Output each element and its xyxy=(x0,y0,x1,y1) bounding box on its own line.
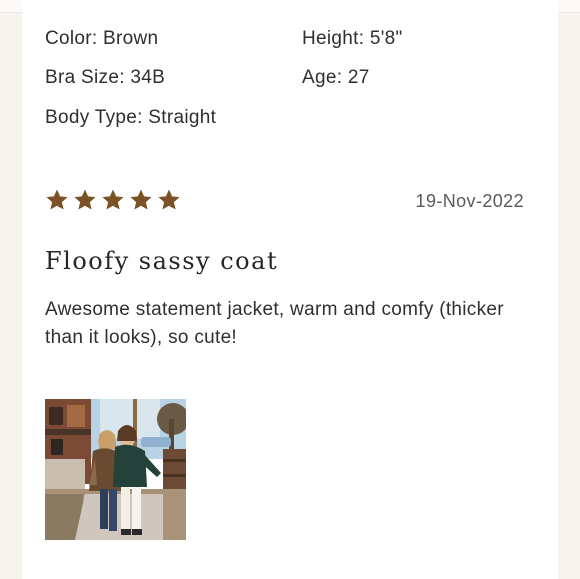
review-photo[interactable] xyxy=(45,399,186,540)
review-text: Awesome statement jacket, warm and comfy… xyxy=(45,299,504,348)
reviewer-color: Color: Brown xyxy=(45,28,159,49)
review-date: 19-Nov-2022 xyxy=(415,191,524,211)
star-icon xyxy=(46,189,68,210)
reviewer-height: Height: 5'8" xyxy=(302,28,403,49)
reviewer-body-type: Body Type: Straight xyxy=(45,107,217,128)
star-icon xyxy=(102,189,124,210)
star-icon xyxy=(130,189,152,210)
reviewer-bra-size: Bra Size: 34B xyxy=(45,67,166,88)
star-icon xyxy=(158,189,180,210)
review-photo-thumbnail-icon xyxy=(45,399,186,540)
reviewer-age: Age: 27 xyxy=(302,67,370,88)
review-title: Floofy sassy coat xyxy=(45,247,279,275)
star-icon xyxy=(74,189,96,210)
star-rating xyxy=(45,188,181,212)
